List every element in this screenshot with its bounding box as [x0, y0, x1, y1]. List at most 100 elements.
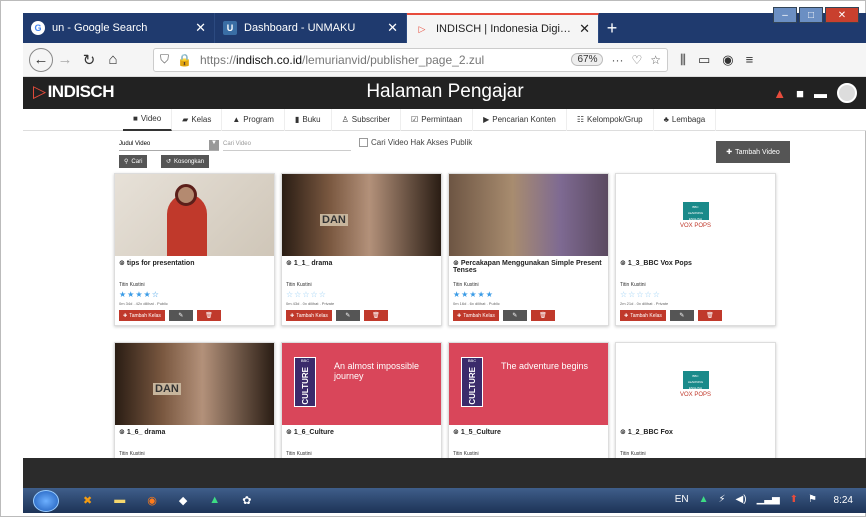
- more-actions-icon[interactable]: ···: [611, 53, 623, 67]
- add-class-button[interactable]: ✚ Tambah Kelas: [286, 310, 332, 321]
- video-card[interactable]: BBC LEARNING ENGLISH VOX POPS ⊚ 1_3_BBC Vo…: [615, 173, 776, 326]
- video-title[interactable]: ⊚ tips for presentation: [115, 256, 274, 280]
- menu-label: Permintaan: [421, 115, 463, 124]
- sidebar-icon[interactable]: ▭: [698, 52, 710, 68]
- video-title[interactable]: ⊚ Percakapan Menggunakan Simple Present …: [449, 256, 608, 280]
- avatar[interactable]: [837, 83, 857, 103]
- menu-item-program[interactable]: ▲ Program: [222, 108, 285, 131]
- url-bar[interactable]: ⛉ 🔒 https://indisch.co.id/lemurianvid/pu…: [153, 47, 668, 72]
- reload-icon[interactable]: ↻: [77, 48, 101, 72]
- close-tab-icon[interactable]: ✕: [195, 20, 206, 36]
- video-thumbnail[interactable]: DAN: [115, 343, 274, 425]
- add-class-button[interactable]: ✚ Tambah Kelas: [453, 310, 499, 321]
- pocket-icon[interactable]: ♡: [631, 53, 642, 67]
- video-thumbnail[interactable]: BBC LEARNING ENGLISH VOX POPS: [616, 343, 775, 425]
- library-icon[interactable]: ⫼: [680, 52, 686, 68]
- video-thumbnail[interactable]: BBC LEARNING ENGLISH VOX POPS: [616, 174, 775, 256]
- video-card[interactable]: ⊚ tips for presentation Titin Kustini ★★…: [114, 173, 275, 326]
- menu-item-buku[interactable]: ▮ Buku: [285, 108, 332, 131]
- edit-icon[interactable]: ✎: [669, 310, 694, 321]
- video-title[interactable]: ⊚ 1_2_BBC Fox: [616, 425, 775, 449]
- video-card[interactable]: DAN ⊚ 1_6_ drama Titin Kustini: [114, 342, 275, 460]
- home-icon[interactable]: ⌂: [101, 48, 125, 72]
- minimize-icon[interactable]: –: [773, 7, 797, 23]
- tray-app-icon[interactable]: ▲: [699, 494, 709, 505]
- video-card[interactable]: BBC CULTURE An almost impossible journey ⊚…: [281, 342, 442, 460]
- video-title[interactable]: ⊚ 1_6_Culture: [282, 425, 441, 449]
- settings-app-icon[interactable]: ✿: [242, 494, 251, 507]
- file-explorer-icon[interactable]: ▬: [114, 494, 125, 507]
- checkbox-box[interactable]: [359, 138, 368, 147]
- video-title[interactable]: ⊚ 1_1_ drama: [282, 256, 441, 280]
- firefox-icon[interactable]: ◉: [147, 494, 157, 507]
- video-title-text: Percakapan Menggunakan Simple Present Te…: [453, 260, 602, 274]
- menu-item-kelas[interactable]: ▰ Kelas: [172, 108, 223, 131]
- menu-item-kelompok[interactable]: ☷ Kelompok/Grup: [567, 108, 654, 131]
- menu-item-video[interactable]: ■ Video: [123, 108, 173, 131]
- tab-unmaku[interactable]: U Dashboard - UNMAKU ✕: [215, 13, 407, 43]
- video-thumbnail[interactable]: BBC CULTURE An almost impossible journey: [282, 343, 441, 425]
- video-card[interactable]: BBC CULTURE The adventure begins ⊚ 1_5_Cul…: [448, 342, 609, 460]
- add-class-button[interactable]: ✚ Tambah Kelas: [620, 310, 666, 321]
- video-title[interactable]: ⊚ 1_5_Culture: [449, 425, 608, 449]
- video-card[interactable]: ⊚ Percakapan Menggunakan Simple Present …: [448, 173, 609, 326]
- tab-google[interactable]: G un - Google Search ✕: [23, 13, 215, 43]
- language-indicator[interactable]: EN: [675, 494, 689, 505]
- back-arrow-icon[interactable]: ←: [29, 47, 53, 72]
- zoom-level[interactable]: 67%: [571, 53, 604, 66]
- camera-icon[interactable]: ■: [796, 86, 804, 101]
- public-access-checkbox[interactable]: Cari Video Hak Akses Publik: [359, 138, 472, 147]
- video-thumbnail[interactable]: [449, 174, 608, 256]
- plus-icon: ✚: [726, 149, 733, 156]
- video-card[interactable]: BBC LEARNING ENGLISH VOX POPS ⊚ 1_2_BBC Fo…: [615, 342, 776, 460]
- delete-icon[interactable]: 🗑: [530, 310, 555, 321]
- video-thumbnail[interactable]: [115, 174, 274, 256]
- menu-item-pencarian-konten[interactable]: ▶ Pencarian Konten: [473, 108, 567, 131]
- close-tab-icon[interactable]: ✕: [387, 20, 398, 36]
- menu-item-permintaan[interactable]: ☑ Permintaan: [401, 108, 474, 131]
- delete-icon[interactable]: 🗑: [697, 310, 722, 321]
- reset-button[interactable]: ↺ Kosongkan: [161, 155, 210, 168]
- menu-item-subscriber[interactable]: ♙ Subscriber: [332, 108, 402, 131]
- app-icon[interactable]: ◆: [179, 494, 187, 507]
- maximize-icon[interactable]: □: [799, 7, 823, 23]
- start-button[interactable]: [33, 489, 59, 512]
- account-icon[interactable]: ◉: [722, 52, 733, 68]
- video-thumbnail[interactable]: DAN: [282, 174, 441, 256]
- delete-icon[interactable]: 🗑: [196, 310, 221, 321]
- delete-icon[interactable]: 🗑: [363, 310, 388, 321]
- briefcase-icon[interactable]: ▬: [814, 86, 827, 101]
- edit-icon[interactable]: ✎: [502, 310, 527, 321]
- video-thumbnail[interactable]: BBC CULTURE The adventure begins: [449, 343, 608, 425]
- filter-select[interactable]: Judul Video ▼: [119, 139, 219, 151]
- add-class-button[interactable]: ✚ Tambah Kelas: [119, 310, 165, 321]
- add-video-button[interactable]: ✚ Tambah Video: [716, 141, 790, 163]
- new-tab-button[interactable]: +: [599, 13, 625, 43]
- android-studio-icon[interactable]: ▲: [209, 494, 220, 507]
- notification-icon[interactable]: ▲: [773, 86, 786, 101]
- network-icon[interactable]: ⚡: [719, 494, 726, 505]
- menu-icon[interactable]: ≡: [746, 52, 754, 68]
- menu-item-lembaga[interactable]: ♣ Lembaga: [654, 108, 717, 131]
- bookmark-star-icon[interactable]: ☆: [650, 53, 661, 67]
- signal-icon[interactable]: ▁▃▅: [757, 494, 780, 505]
- flag-icon[interactable]: ⚑: [808, 494, 817, 505]
- clock[interactable]: 8:24: [834, 495, 853, 506]
- edit-icon[interactable]: ✎: [168, 310, 193, 321]
- edit-icon[interactable]: ✎: [335, 310, 360, 321]
- search-button[interactable]: ⚲ Cari: [119, 155, 148, 168]
- search-input[interactable]: Cari Video: [223, 139, 351, 151]
- google-icon: G: [31, 21, 45, 35]
- window-close-icon[interactable]: ✕: [825, 7, 859, 23]
- forward-arrow-icon[interactable]: →: [53, 48, 77, 72]
- video-title[interactable]: ⊚ 1_6_ drama: [115, 425, 274, 449]
- video-title[interactable]: ⊚ 1_3_BBC Vox Pops: [616, 256, 775, 280]
- shield-icon: ⛉: [160, 52, 170, 66]
- volume-icon[interactable]: ◀): [736, 494, 747, 505]
- video-icon: ⊚: [119, 429, 127, 436]
- tab-indisch[interactable]: ▷ INDISCH | Indonesia Digital Sch ✕: [407, 13, 599, 43]
- xampp-icon[interactable]: ✖: [83, 494, 92, 507]
- video-card[interactable]: DAN ⊚ 1_1_ drama Titin Kustini ☆☆☆☆☆ 0m …: [281, 173, 442, 326]
- close-tab-icon[interactable]: ✕: [579, 21, 590, 37]
- update-icon[interactable]: ⬆: [790, 494, 798, 505]
